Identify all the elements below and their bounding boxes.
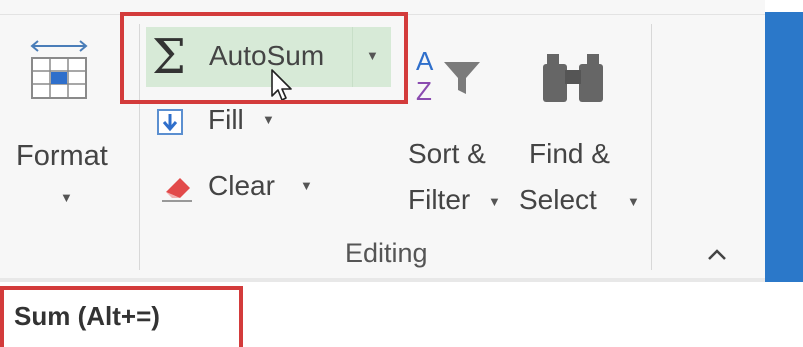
find-select-button[interactable]: Find & Select ▼: [515, 40, 645, 230]
clear-button[interactable]: Clear ▼: [150, 166, 330, 210]
chevron-down-icon: ▼: [627, 194, 640, 209]
find-select-line1: Find &: [529, 138, 610, 169]
binoculars-icon: [543, 54, 603, 102]
clear-label: Clear: [208, 170, 275, 201]
autosum-highlight-box: [120, 12, 408, 104]
tooltip-highlight-box: [0, 286, 243, 347]
az-letter-a: A: [416, 46, 434, 76]
find-select-line2: Select: [519, 184, 597, 215]
chevron-down-icon: ▼: [488, 194, 501, 209]
sort-filter-button[interactable]: A Z Sort & Filter ▼: [400, 40, 512, 230]
fill-down-icon: [157, 109, 183, 135]
eraser-icon: [162, 178, 192, 202]
group-label-editing: Editing: [345, 238, 428, 268]
sort-filter-line1: Sort &: [408, 138, 486, 169]
fill-label: Fill: [208, 104, 244, 135]
chevron-down-icon: ▼: [262, 112, 275, 127]
sort-filter-line2: Filter: [408, 184, 471, 215]
sort-filter-icon: A Z: [416, 46, 480, 106]
collapse-ribbon-icon[interactable]: [706, 246, 728, 262]
format-label: Format: [16, 140, 108, 172]
fill-button[interactable]: Fill ▼: [150, 104, 300, 144]
group-separator: [651, 24, 652, 270]
az-letter-z: Z: [416, 76, 432, 106]
format-table-icon: [30, 40, 88, 99]
format-button[interactable]: Format ▼: [0, 20, 135, 220]
app-edge: [765, 12, 803, 282]
chevron-down-icon: ▼: [300, 178, 313, 193]
chevron-down-icon: ▼: [60, 190, 73, 205]
